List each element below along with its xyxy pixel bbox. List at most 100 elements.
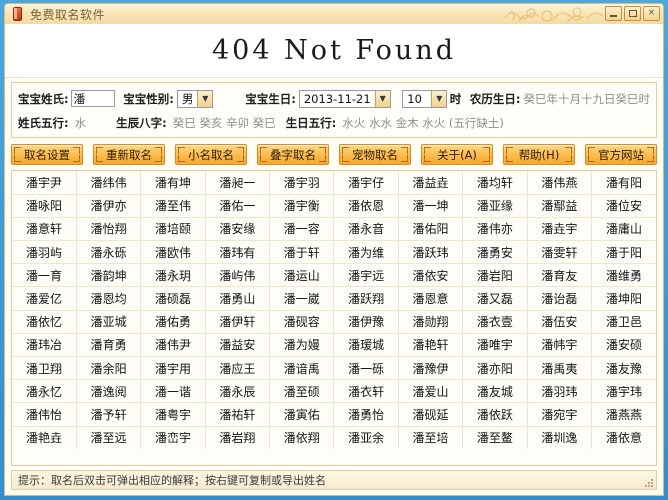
name-cell[interactable]: 潘唯宇 [462,333,528,358]
name-cell[interactable]: 潘予轩 [76,402,142,427]
name-cell[interactable]: 潘一坤 [398,194,464,218]
name-cell[interactable]: 潘育友 [527,263,593,288]
birth-hour-select[interactable]: 10 ▼ [402,89,448,108]
name-cell[interactable]: 潘永玥 [140,263,206,288]
name-cell[interactable]: 潘于轩 [269,240,335,265]
name-cell[interactable]: 潘鄢益 [527,194,593,218]
name-cell[interactable]: 潘玮冶 [12,333,77,358]
name-cell[interactable]: 潘衣壹 [462,310,528,334]
name-cell[interactable]: 潘佑勇 [140,310,206,334]
name-cell[interactable]: 潘雯轩 [527,240,593,265]
name-cell[interactable]: 潘豫伊 [398,356,464,381]
maximize-button[interactable] [624,6,641,21]
name-cell[interactable]: 潘依翔 [269,426,335,450]
name-cell[interactable]: 潘帏宇 [527,333,593,358]
name-cell[interactable]: 潘欧伟 [140,240,206,265]
name-cell[interactable]: 潘圳逸 [527,426,593,450]
button-rename[interactable]: 重新取名 [93,144,165,165]
name-cell[interactable]: 潘伟亦 [462,217,528,242]
name-cell[interactable]: 潘玮有 [205,240,271,265]
name-cell[interactable]: 潘永忆 [12,379,77,404]
name-cell[interactable]: 潘砚延 [398,402,464,427]
name-cell[interactable]: 潘为嫚 [269,333,335,358]
button-about[interactable]: 关于(A) [421,144,493,165]
name-cell[interactable]: 潘至鳌 [462,426,528,450]
name-cell[interactable]: 潘伟怡 [12,402,77,427]
name-cell[interactable]: 潘禹夷 [527,356,593,381]
name-cell[interactable]: 潘屿伟 [205,263,271,288]
name-cell[interactable]: 潘宇远 [333,263,399,288]
close-button[interactable]: × [643,6,660,21]
button-official-website[interactable]: 官方网站 [585,144,657,165]
name-cell[interactable]: 潘恩均 [76,286,142,311]
name-cell[interactable]: 潘羽屿 [12,240,77,265]
name-cell[interactable]: 潘又磊 [462,286,528,311]
name-cell[interactable]: 潘至硕 [269,379,335,404]
name-cell[interactable]: 潘勋翔 [398,310,464,334]
name-cell[interactable]: 潘伊豫 [333,310,399,334]
name-cell[interactable]: 潘友城 [462,379,528,404]
name-cell[interactable]: 潘爱亿 [12,286,77,311]
name-cell[interactable]: 潘佑一 [205,194,271,218]
name-cell[interactable]: 潘依恩 [333,194,399,218]
name-cell[interactable]: 潘粤宇 [140,402,206,427]
name-cell[interactable]: 潘维勇 [591,263,656,288]
button-nickname[interactable]: 小名取名 [175,144,247,165]
name-cell[interactable]: 潘垚宇 [527,217,593,242]
name-cell[interactable]: 潘岩翔 [205,426,271,450]
name-cell[interactable]: 潘永砾 [76,240,142,265]
name-cell[interactable]: 潘一谐 [140,379,206,404]
name-cell[interactable]: 潘宇用 [140,356,206,381]
name-cell[interactable]: 潘育勇 [76,333,142,358]
name-cell[interactable]: 潘至培 [398,426,464,450]
name-cell[interactable]: 潘跃玮 [398,240,464,265]
name-cell[interactable]: 潘一砾 [333,356,399,381]
name-cell[interactable]: 潘谙禹 [269,356,335,381]
name-cell[interactable]: 潘卫邑 [591,310,656,334]
name-cell[interactable]: 潘勇怡 [333,402,399,427]
name-cell[interactable]: 潘瑷城 [333,333,399,358]
name-cell[interactable]: 潘纬伟 [76,171,142,195]
name-cell[interactable]: 潘昶一 [205,171,271,195]
name-cell[interactable]: 潘跃翔 [333,286,399,311]
name-cell[interactable]: 潘亚余 [333,426,399,450]
name-cell[interactable]: 潘有坤 [140,171,206,195]
name-cell[interactable]: 潘宇羽 [269,171,335,195]
name-cell[interactable]: 潘庸山 [591,217,656,242]
name-cell[interactable]: 潘余阳 [76,356,142,381]
name-cell[interactable]: 潘峦宇 [140,426,206,450]
name-cell[interactable]: 潘寅佑 [269,402,335,427]
name-cell[interactable]: 潘砚容 [269,310,335,334]
name-cell[interactable]: 潘至远 [76,426,142,450]
name-cell[interactable]: 潘恩意 [398,286,464,311]
button-repeated-char-name[interactable]: 叠字取名 [257,144,329,165]
name-cell[interactable]: 潘安硕 [591,333,656,358]
name-cell[interactable]: 潘培颐 [140,217,206,242]
name-cell[interactable]: 潘益垚 [398,171,464,195]
name-cell[interactable]: 潘祐轩 [205,402,271,427]
name-cell[interactable]: 潘硕磊 [140,286,206,311]
name-cell[interactable]: 潘永辰 [205,379,271,404]
name-cell[interactable]: 潘爱山 [398,379,464,404]
name-cell[interactable]: 潘依忆 [12,310,77,334]
name-cell[interactable]: 潘衣轩 [333,379,399,404]
name-cell[interactable]: 潘安缘 [205,217,271,242]
name-cell[interactable]: 潘伟燕 [527,171,593,195]
name-cell[interactable]: 潘坤阳 [591,286,656,311]
name-cell[interactable]: 潘宇玮 [591,379,656,404]
name-cell[interactable]: 潘卫翔 [12,356,77,381]
name-cell[interactable]: 潘咏阳 [12,194,77,218]
name-cell[interactable]: 潘亦阳 [462,356,528,381]
name-cell[interactable]: 潘位安 [591,194,656,218]
name-cell[interactable]: 潘羽玮 [527,379,593,404]
button-naming-settings[interactable]: 取名设置 [11,144,83,165]
name-cell[interactable]: 潘韵坤 [76,263,142,288]
name-cell[interactable]: 潘意轩 [12,217,77,242]
name-cell[interactable]: 潘伟尹 [140,333,206,358]
name-cell[interactable]: 潘依安 [398,263,464,288]
surname-input[interactable] [70,90,115,107]
gender-select[interactable]: 男 ▼ [176,89,214,108]
name-cell[interactable]: 潘一育 [12,263,77,288]
name-cell[interactable]: 潘为维 [333,240,399,265]
button-pet-name[interactable]: 宠物取名 [339,144,411,165]
